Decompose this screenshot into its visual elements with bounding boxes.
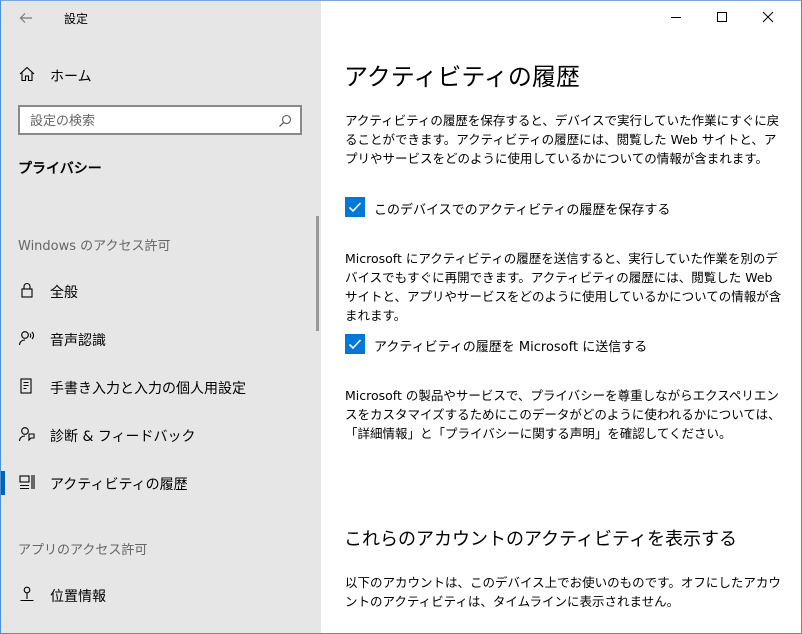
- intro-text: アクティビティの履歴を保存すると、デバイスで実行していた作業にすぐに戻ることがで…: [345, 113, 780, 166]
- sidebar-item-label: 音声認識: [50, 333, 106, 349]
- minimize-icon: [671, 17, 681, 18]
- sidebar-item-inking[interactable]: 手書き入力と入力の個人用設定: [1, 367, 321, 407]
- sidebar-item-activity-history[interactable]: アクティビティの履歴: [1, 463, 321, 503]
- store-history-label[interactable]: このデバイスでのアクティビティの履歴を保存する: [374, 199, 670, 218]
- sidebar-item-label: 診断 & フィードバック: [50, 429, 196, 445]
- send-history-checkbox[interactable]: [345, 334, 365, 354]
- search-input[interactable]: [30, 112, 270, 130]
- search-box[interactable]: [18, 105, 302, 135]
- timeline-icon: [18, 473, 38, 493]
- page-title: アクティビティの履歴: [344, 63, 580, 91]
- maximize-button[interactable]: [707, 5, 737, 29]
- close-icon: [762, 11, 774, 23]
- privacy-statement-text: Microsoft の製品やサービスで、プライバシーを尊重しながらエクスペリエン…: [345, 388, 781, 441]
- sidebar-item-home[interactable]: ホーム: [1, 59, 321, 91]
- accounts-section-title: これらのアカウントのアクティビティを表示する: [344, 529, 737, 550]
- main-content: アクティビティの履歴 アクティビティの履歴を保存すると、デバイスで実行していた作…: [321, 1, 801, 633]
- location-icon: [18, 585, 38, 605]
- sidebar-item-label: ホーム: [50, 69, 92, 85]
- sidebar-item-label: 位置情報: [50, 589, 106, 605]
- home-icon: [18, 65, 38, 85]
- group-header-windows: Windows のアクセス許可: [18, 239, 171, 254]
- feedback-icon: [18, 425, 38, 445]
- maximize-icon: [717, 12, 727, 22]
- send-history-checkbox-row[interactable]: アクティビティの履歴を Microsoft に送信する: [345, 334, 785, 358]
- sidebar-item-general[interactable]: 全般: [1, 271, 321, 311]
- send-history-label[interactable]: アクティビティの履歴を Microsoft に送信する: [374, 336, 647, 355]
- sidebar-scrollbar[interactable]: [316, 216, 319, 331]
- accounts-description: 以下のアカウントは、このデバイス上でお使いのものです。オフにしたアカウントのアク…: [345, 575, 781, 609]
- inking-icon: [18, 377, 38, 397]
- back-arrow-icon: [19, 13, 32, 23]
- lock-icon: [18, 281, 38, 301]
- active-indicator: [1, 471, 5, 495]
- close-button[interactable]: [753, 5, 783, 29]
- send-description: Microsoft にアクティビティの履歴を送信すると、実行していた作業を別のデ…: [345, 251, 782, 323]
- sidebar-item-feedback[interactable]: 診断 & フィードバック: [1, 415, 321, 455]
- checkmark-icon: [348, 339, 362, 350]
- sidebar-item-location[interactable]: 位置情報: [1, 575, 321, 615]
- settings-window: 設定 ホーム プライバシー Windows のアクセス許可 全般: [0, 0, 802, 634]
- checkmark-icon: [348, 202, 362, 213]
- sidebar-item-label: アクティビティの履歴: [50, 477, 188, 493]
- sidebar-item-label: 手書き入力と入力の個人用設定: [50, 381, 246, 397]
- minimize-button[interactable]: [661, 5, 691, 29]
- section-title-privacy: プライバシー: [18, 161, 102, 177]
- sidebar-item-label: 全般: [50, 285, 78, 301]
- sidebar: 設定 ホーム プライバシー Windows のアクセス許可 全般: [1, 1, 321, 633]
- speech-icon: [18, 329, 38, 349]
- title-bar: 設定: [1, 1, 321, 35]
- back-button[interactable]: [15, 8, 37, 28]
- app-title: 設定: [64, 12, 89, 26]
- sidebar-item-speech[interactable]: 音声認識: [1, 319, 321, 359]
- search-icon[interactable]: [278, 113, 294, 129]
- group-header-apps: アプリのアクセス許可: [18, 543, 148, 558]
- window-controls: [661, 1, 801, 33]
- store-history-checkbox-row[interactable]: このデバイスでのアクティビティの履歴を保存する: [345, 197, 785, 221]
- store-history-checkbox[interactable]: [345, 197, 365, 217]
